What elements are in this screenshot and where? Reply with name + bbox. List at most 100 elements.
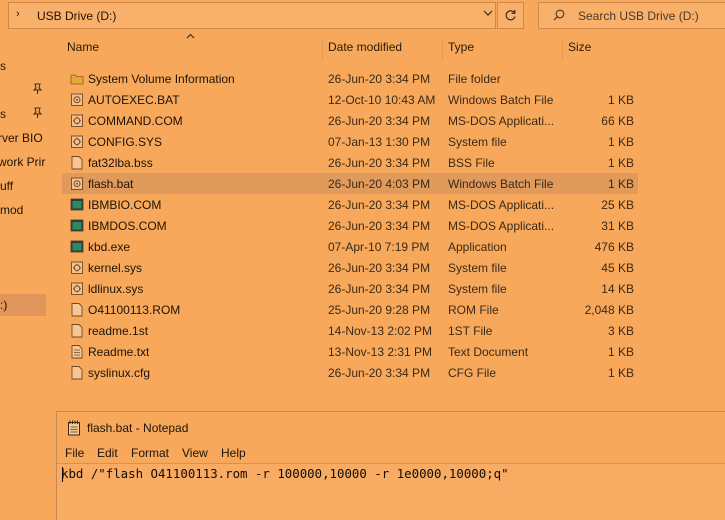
- search-input[interactable]: Search USB Drive (D:): [538, 2, 725, 29]
- file-row[interactable]: ldlinux.sys 26-Jun-20 3:34 PM System file 1…: [62, 278, 638, 299]
- nav-item-usb-drive[interactable]: :): [0, 294, 46, 316]
- menu-edit[interactable]: Edit: [97, 446, 118, 460]
- file-icon: [70, 302, 84, 317]
- file-date-modified: 07-Jan-13 1:30 PM: [328, 135, 431, 149]
- file-icon: [70, 365, 84, 380]
- file-row[interactable]: CONFIG.SYS 07-Jan-13 1:30 PM System file 1 …: [62, 131, 638, 152]
- nav-item[interactable]: s: [0, 56, 46, 76]
- batch-file-icon: [70, 176, 84, 191]
- file-size: 31 KB: [601, 219, 634, 233]
- notepad-title-bar[interactable]: flash.bat - Notepad: [57, 412, 725, 442]
- file-name: CONFIG.SYS: [88, 135, 163, 149]
- column-header-size[interactable]: Size: [568, 40, 591, 54]
- column-divider[interactable]: [562, 38, 563, 60]
- system-file-icon: [70, 113, 84, 128]
- file-type: MS-DOS Applicati...: [448, 114, 555, 128]
- file-row[interactable]: readme.1st 14-Nov-13 2:02 PM 1ST File 3 KB: [62, 320, 638, 341]
- file-row[interactable]: fat32lba.bss 26-Jun-20 3:34 PM BSS File 1 K…: [62, 152, 638, 173]
- file-type: ROM File: [448, 303, 499, 317]
- file-size: 1 KB: [607, 345, 634, 359]
- notepad-icon: [68, 420, 80, 436]
- column-divider[interactable]: [322, 38, 323, 60]
- breadcrumb-separator-icon: ›: [16, 8, 20, 20]
- file-row[interactable]: kbd.exe 07-Apr-10 7:19 PM Application 476 K…: [62, 236, 638, 257]
- file-type: Application: [448, 240, 507, 254]
- menu-help[interactable]: Help: [221, 446, 246, 460]
- file-date-modified: 14-Nov-13 2:02 PM: [328, 324, 433, 338]
- column-divider[interactable]: [442, 38, 443, 60]
- nav-item-label: :): [0, 298, 8, 312]
- nav-item[interactable]: s: [0, 104, 46, 124]
- system-file-icon: [70, 134, 84, 149]
- file-size: 1 KB: [607, 177, 634, 191]
- batch-file-icon: [70, 92, 84, 107]
- file-date-modified: 12-Oct-10 10:43 AM: [328, 93, 436, 107]
- file-size: 1 KB: [607, 366, 634, 380]
- notepad-window: flash.bat - Notepad File Edit Format Vie…: [56, 411, 725, 520]
- column-header-date[interactable]: Date modified: [328, 40, 402, 54]
- file-type: CFG File: [448, 366, 496, 380]
- notepad-menu-bar: File Edit Format View Help: [57, 442, 725, 464]
- refresh-button[interactable]: [497, 2, 524, 29]
- file-name: kbd.exe: [88, 240, 131, 254]
- file-date-modified: 26-Jun-20 3:34 PM: [328, 366, 431, 380]
- file-size: 2,048 KB: [584, 303, 634, 317]
- file-row[interactable]: Readme.txt 13-Nov-13 2:31 PM Text Document…: [62, 341, 638, 362]
- file-date-modified: 07-Apr-10 7:19 PM: [328, 240, 430, 254]
- file-name: System Volume Information: [88, 72, 235, 86]
- nav-item[interactable]: work Prir: [0, 152, 46, 172]
- file-size: 45 KB: [601, 261, 634, 275]
- nav-item[interactable]: mod: [0, 200, 46, 220]
- file-type: 1ST File: [448, 324, 493, 338]
- navigation-pane: s s rver BIO work Prir uff mod :): [0, 32, 46, 412]
- file-type: BSS File: [448, 156, 495, 170]
- nav-item[interactable]: rver BIO: [0, 128, 46, 148]
- file-size: 14 KB: [601, 282, 634, 296]
- file-row[interactable]: flash.bat 26-Jun-20 4:03 PM Windows Batch …: [62, 173, 638, 194]
- file-name: syslinux.cfg: [88, 366, 151, 380]
- file-row[interactable]: COMMAND.COM 26-Jun-20 3:34 PM MS-DOS Appli…: [62, 110, 638, 131]
- dos-app-icon: [70, 218, 84, 233]
- file-row[interactable]: O41100113.ROM 25-Jun-20 9:28 PM ROM File 2,…: [62, 299, 638, 320]
- address-dropdown-icon[interactable]: [479, 9, 497, 23]
- file-date-modified: 26-Jun-20 3:34 PM: [328, 282, 431, 296]
- address-path[interactable]: USB Drive (D:): [37, 9, 116, 23]
- refresh-icon: [505, 10, 516, 21]
- address-bar[interactable]: › USB Drive (D:): [8, 2, 496, 29]
- menu-file[interactable]: File: [65, 446, 84, 460]
- file-row[interactable]: AUTOEXEC.BAT 12-Oct-10 10:43 AM Windows Ba…: [62, 89, 638, 110]
- menu-format[interactable]: Format: [131, 446, 169, 460]
- nav-item[interactable]: uff: [0, 176, 46, 196]
- nav-item[interactable]: [0, 80, 46, 100]
- file-name: O41100113.ROM: [88, 303, 181, 317]
- folder-icon: [70, 71, 84, 86]
- file-row[interactable]: IBMDOS.COM 26-Jun-20 3:34 PM MS-DOS Applic…: [62, 215, 638, 236]
- file-row[interactable]: IBMBIO.COM 26-Jun-20 3:34 PM MS-DOS Applic…: [62, 194, 638, 215]
- column-header-name[interactable]: Name: [67, 40, 99, 54]
- dos-app-icon: [70, 239, 84, 254]
- file-name: AUTOEXEC.BAT: [88, 93, 180, 107]
- nav-item-label: s: [0, 107, 6, 121]
- sort-ascending-icon: [186, 31, 195, 42]
- column-header-type[interactable]: Type: [448, 40, 474, 54]
- notepad-text-area[interactable]: kbd /"flash O41100113.rom -r 100000,1000…: [57, 463, 725, 520]
- file-name: kernel.sys: [88, 261, 143, 275]
- menu-view[interactable]: View: [182, 446, 208, 460]
- file-name: Readme.txt: [88, 345, 150, 359]
- system-file-icon: [70, 281, 84, 296]
- file-date-modified: 13-Nov-13 2:31 PM: [328, 345, 433, 359]
- file-size: 1 KB: [607, 156, 634, 170]
- file-row[interactable]: System Volume Information 26-Jun-20 3:34 …: [62, 68, 638, 89]
- file-row[interactable]: syslinux.cfg 26-Jun-20 3:34 PM CFG File 1 K…: [62, 362, 638, 383]
- file-date-modified: 26-Jun-20 3:34 PM: [328, 261, 431, 275]
- file-row[interactable]: kernel.sys 26-Jun-20 3:34 PM System file 45…: [62, 257, 638, 278]
- file-icon: [70, 323, 84, 338]
- file-size: 66 KB: [601, 114, 634, 128]
- file-date-modified: 26-Jun-20 4:03 PM: [328, 177, 431, 191]
- system-file-icon: [70, 260, 84, 275]
- file-name: COMMAND.COM: [88, 114, 183, 128]
- file-size: 476 KB: [594, 240, 634, 254]
- pin-icon: [32, 107, 43, 122]
- file-type: System file: [448, 135, 507, 149]
- file-name: IBMBIO.COM: [88, 198, 162, 212]
